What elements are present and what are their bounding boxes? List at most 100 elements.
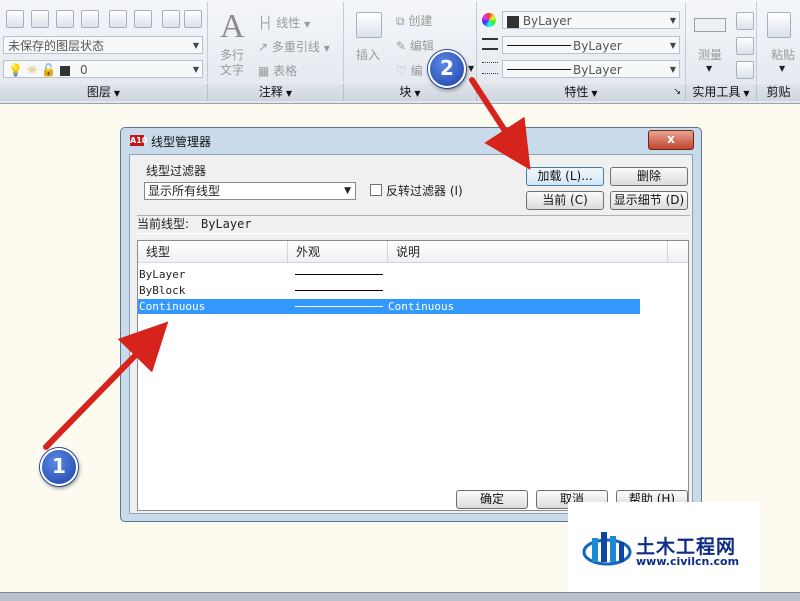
dimension-linear-button[interactable]: ├┤ 线性 ▼ — [258, 14, 310, 31]
lock-icon: 🔓 — [41, 63, 57, 77]
color-combo[interactable]: ByLayer ▼ — [502, 11, 680, 29]
column-header-linetype[interactable]: 线型 — [138, 241, 288, 263]
multiline-text-icon[interactable]: A — [220, 8, 245, 46]
table-button[interactable]: ▦ 表格 — [258, 62, 297, 79]
table-row[interactable]: ByLayer — [138, 267, 640, 282]
layer-off-icon[interactable] — [81, 10, 99, 28]
layer-freeze-icon[interactable] — [56, 10, 74, 28]
annotation-panel-title[interactable]: 注释 ▼ — [208, 84, 344, 101]
dimension-linear-label: 线性 — [276, 16, 301, 30]
table-label: 表格 — [273, 64, 298, 78]
dialog-titlebar[interactable]: A10 线型管理器 x — [121, 128, 701, 154]
layer-combo[interactable]: 💡 ☼ 🔓 0 ▼ — [3, 60, 203, 78]
layer-state-combo[interactable]: 未保存的图层状态 ▼ — [3, 36, 203, 54]
layer-isolate-icon[interactable] — [31, 10, 49, 28]
invert-filter-checkbox[interactable] — [370, 184, 382, 196]
table-row-selected[interactable]: Continuous Continuous — [138, 299, 640, 314]
select-all-icon[interactable] — [736, 37, 754, 55]
layer-merge-icon[interactable] — [184, 10, 202, 28]
edit-attribute-button[interactable]: ♡ 编 — [396, 62, 423, 79]
layers-panel-label: 图层 — [86, 85, 111, 99]
linetype-manager-dialog: A10 线型管理器 x 线型过滤器 显示所有线型 ▼ 反转过滤器 (I) 加载 … — [120, 127, 702, 522]
current-button[interactable]: 当前 (C) — [526, 191, 604, 210]
lineweight-value: ByLayer — [573, 63, 622, 77]
invert-filter-label[interactable]: 反转过滤器 (I) — [386, 182, 463, 199]
chevron-down-icon[interactable]: ▼ — [468, 64, 474, 73]
layers-panel-title[interactable]: 图层 ▼ — [0, 84, 208, 101]
multiline-text-label[interactable]: 多行文字 — [220, 48, 246, 78]
calculator-icon[interactable] — [736, 61, 754, 79]
delete-button[interactable]: 删除 — [610, 167, 688, 186]
chevron-down-icon: ▼ — [304, 20, 311, 29]
show-details-button[interactable]: 显示细节 (D) — [610, 191, 688, 210]
chevron-down-icon: ▼ — [192, 65, 199, 74]
chevron-down-icon: ▼ — [285, 89, 293, 98]
properties-panel-title[interactable]: 特性 ▼ ↘ — [477, 84, 686, 101]
multileader-label: 多重引线 — [271, 40, 320, 54]
lightbulb-icon: 💡 — [8, 63, 23, 77]
chevron-down-icon: ▼ — [323, 44, 330, 53]
table-row[interactable]: ByBlock — [138, 283, 640, 298]
utilities-panel-title[interactable]: 实用工具 ▼ — [686, 84, 757, 101]
annotation-badge-2: 2 — [428, 50, 466, 88]
dialog-launcher-icon[interactable]: ↘ — [673, 84, 681, 101]
column-header-description[interactable]: 说明 — [388, 241, 668, 263]
linetype-combo[interactable]: ByLayer ▼ — [502, 36, 680, 54]
layer-match-icon[interactable] — [109, 10, 127, 28]
chevron-down-icon: ▼ — [344, 186, 351, 196]
layer-properties-icon[interactable] — [6, 10, 24, 28]
clipboard-panel-label: 剪贴 — [766, 85, 791, 99]
properties-panel-label: 特性 — [564, 85, 589, 99]
quick-select-icon[interactable] — [736, 12, 754, 30]
close-icon: x — [667, 132, 675, 146]
load-button[interactable]: 加载 (L)... — [526, 167, 604, 186]
current-linetype-label: 当前线型: — [137, 217, 190, 231]
annotation-badge-1: 1 — [40, 448, 78, 486]
linetype-name: Continuous — [139, 300, 206, 313]
column-header-appearance[interactable]: 外观 — [288, 241, 388, 263]
dialog-client-area: 线型过滤器 显示所有线型 ▼ 反转过滤器 (I) 加载 (L)... 删除 当前… — [129, 154, 693, 514]
chevron-down-icon[interactable]: ▼ — [706, 64, 712, 73]
linetype-filter-select[interactable]: 显示所有线型 ▼ — [144, 182, 356, 200]
chevron-down-icon: ▼ — [669, 16, 676, 25]
chevron-down-icon[interactable]: ▼ — [779, 64, 785, 73]
table-icon: ▦ — [258, 64, 270, 78]
linetype-description: Continuous — [388, 300, 455, 313]
insert-label[interactable]: 插入 — [356, 46, 380, 63]
edit-block-button[interactable]: ✎ 编辑 — [396, 37, 434, 54]
dialog-title: 线型管理器 — [151, 135, 212, 149]
utilities-panel-label: 实用工具 — [692, 85, 741, 99]
chevron-down-icon: ▼ — [669, 41, 676, 50]
edit-block-icon: ✎ — [396, 39, 407, 53]
linetype-appearance — [295, 274, 383, 275]
paste-icon[interactable] — [767, 12, 791, 38]
lineweight-icon — [482, 62, 498, 74]
edit-block-label: 编辑 — [409, 39, 434, 53]
paste-label[interactable]: 粘贴 — [771, 46, 795, 63]
color-swatch — [507, 15, 519, 28]
layer-value: 0 — [79, 63, 88, 77]
linetype-name: ByLayer — [139, 268, 186, 281]
linetype-filter-label: 线型过滤器 — [146, 164, 207, 178]
annotation-panel-label: 注释 — [258, 85, 283, 99]
measure-label[interactable]: 测量 — [698, 46, 722, 63]
linetype-value: ByLayer — [573, 39, 622, 53]
lineweight-combo[interactable]: ByLayer ▼ — [502, 60, 680, 78]
color-wheel-icon — [482, 13, 496, 27]
layer-walk-icon[interactable] — [162, 10, 180, 28]
ok-button[interactable]: 确定 — [456, 490, 528, 509]
linetype-list[interactable]: 线型 外观 说明 ByLayer ByBlock Continuous Cont… — [137, 240, 689, 511]
layer-previous-icon[interactable] — [134, 10, 152, 28]
insert-block-icon[interactable] — [356, 12, 382, 38]
current-linetype-row: 当前线型: ByLayer — [137, 215, 690, 234]
measure-icon[interactable] — [694, 18, 726, 32]
clipboard-panel-title[interactable]: 剪贴 — [757, 84, 800, 101]
create-block-button[interactable]: ⧉ 创建 — [396, 12, 432, 29]
create-block-icon: ⧉ — [396, 14, 405, 28]
block-panel-title[interactable]: 块 ▼ — [344, 84, 477, 101]
sun-icon: ☼ — [26, 63, 38, 77]
multileader-button[interactable]: ↗ 多重引线 ▼ — [258, 38, 330, 55]
chevron-down-icon: ▼ — [113, 89, 121, 98]
close-button[interactable]: x — [648, 130, 694, 150]
watermark: 土木工程网 www.civilcn.com — [568, 502, 760, 597]
